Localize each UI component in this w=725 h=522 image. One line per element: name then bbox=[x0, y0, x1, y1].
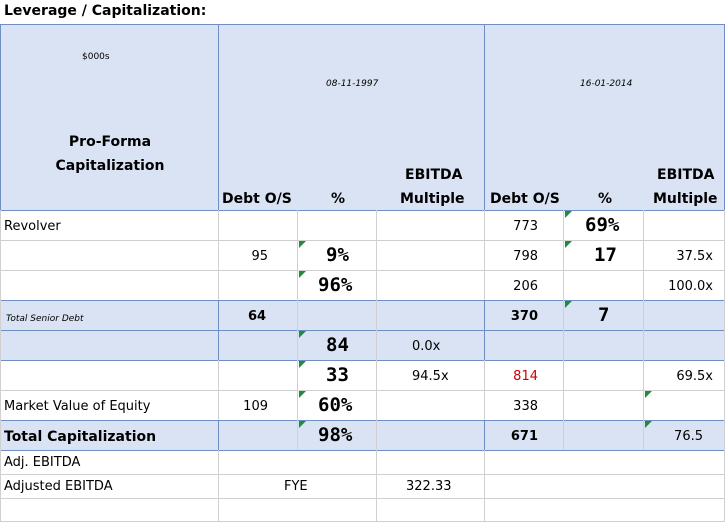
comment-marker-icon[interactable] bbox=[299, 421, 306, 428]
col-header-ebitda-1b: Multiple bbox=[400, 191, 465, 207]
col-header-debt-1: Debt O/S bbox=[222, 191, 292, 207]
col-header-ebitda-2b: Multiple bbox=[653, 191, 718, 207]
cell-pct1-r3: 96% bbox=[318, 274, 353, 296]
cell-debt2-r2: 798 bbox=[513, 249, 538, 264]
row-label-market-value-equity: Market Value of Equity bbox=[4, 399, 151, 414]
cell-debt1-r4: 64 bbox=[248, 309, 267, 324]
units-label: $000s bbox=[82, 52, 110, 62]
header-pro-forma-capitalization: Pro-Forma Capitalization bbox=[55, 134, 165, 174]
date-1: 08-11-1997 bbox=[326, 79, 379, 89]
comment-marker-icon[interactable] bbox=[299, 241, 306, 248]
cell-debt2-r3: 206 bbox=[513, 279, 538, 294]
cell-pct2-r1: 69% bbox=[585, 214, 620, 236]
row-label-total-capitalization: Total Capitalization bbox=[4, 429, 157, 445]
row-label-total-senior-debt: Total Senior Debt bbox=[6, 314, 84, 324]
sheet-title: Leverage / Capitalization: bbox=[4, 3, 207, 19]
cell-debt2-r8: 671 bbox=[510, 429, 538, 444]
footer-adj-ebitda-label: Adj. EBITDA bbox=[4, 455, 81, 470]
cell-ebitda2-r6: 69.5x bbox=[676, 369, 713, 384]
footer-adjusted-ebitda-label: Adjusted EBITDA bbox=[4, 479, 113, 494]
cell-ebitda1-r6: 94.5x bbox=[412, 369, 449, 384]
cell-pct1-r8: 98% bbox=[318, 424, 353, 446]
comment-marker-icon[interactable] bbox=[299, 331, 306, 338]
cell-debt2-r7: 338 bbox=[513, 399, 538, 414]
row-label-revolver: Revolver bbox=[4, 219, 61, 234]
date-2: 16-01-2014 bbox=[580, 79, 633, 89]
footer-adjusted-ebitda-value: 322.33 bbox=[406, 479, 452, 494]
cell-pct1-r2: 9% bbox=[326, 244, 349, 266]
comment-marker-icon[interactable] bbox=[645, 421, 652, 428]
comment-marker-icon[interactable] bbox=[645, 391, 652, 398]
col-header-pct-2: % bbox=[598, 191, 613, 207]
cell-debt1-r2: 95 bbox=[251, 249, 268, 264]
comment-marker-icon[interactable] bbox=[299, 361, 306, 368]
cell-debt1-r7: 109 bbox=[243, 399, 268, 414]
cell-ebitda1-r5: 0.0x bbox=[412, 339, 441, 354]
col-header-debt-2: Debt O/S bbox=[490, 191, 560, 207]
cell-pct2-r2: 17 bbox=[594, 244, 617, 266]
cell-ebitda2-r3: 100.0x bbox=[668, 279, 713, 294]
cell-pct1-r6: 33 bbox=[326, 364, 349, 386]
comment-marker-icon[interactable] bbox=[299, 391, 306, 398]
footer-fye-label: FYE bbox=[284, 479, 308, 494]
comment-marker-icon[interactable] bbox=[565, 241, 572, 248]
cell-pct1-r5: 84 bbox=[326, 334, 349, 356]
col-header-pct-1: % bbox=[331, 191, 346, 207]
comment-marker-icon[interactable] bbox=[565, 211, 572, 218]
cell-pct2-r4: 7 bbox=[598, 304, 610, 326]
comment-marker-icon[interactable] bbox=[565, 301, 572, 308]
cell-ebitda2-r8: 76.5 bbox=[674, 429, 703, 444]
cell-pct1-r7: 60% bbox=[318, 394, 353, 416]
cell-debt2-r4: 370 bbox=[510, 309, 538, 324]
cell-debt2-r1: 773 bbox=[513, 219, 538, 234]
cell-debt2-r6: 814 bbox=[513, 369, 538, 384]
comment-marker-icon[interactable] bbox=[299, 271, 306, 278]
col-header-ebitda-2a: EBITDA bbox=[657, 167, 715, 183]
cell-ebitda2-r2: 37.5x bbox=[676, 249, 713, 264]
col-header-ebitda-1a: EBITDA bbox=[405, 167, 463, 183]
